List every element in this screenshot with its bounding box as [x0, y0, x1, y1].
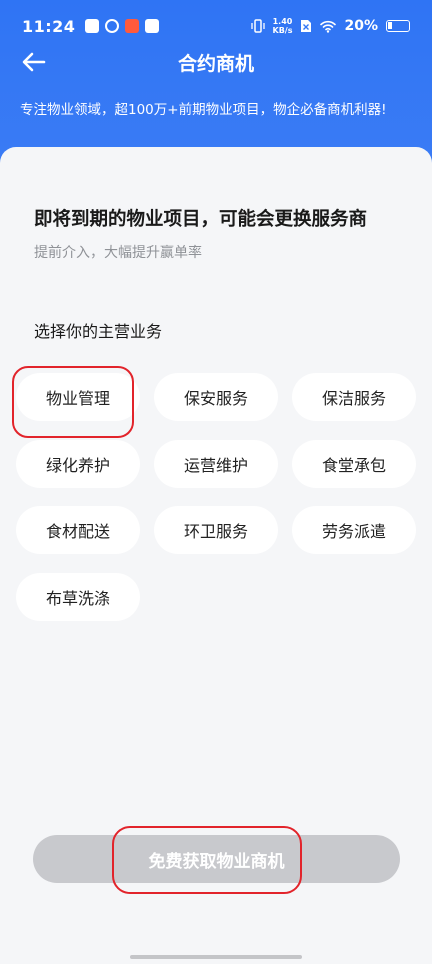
battery-percent: 20%	[344, 18, 378, 34]
net-speed: 1.40 KB/s	[273, 17, 293, 35]
battery-icon	[386, 20, 410, 32]
net-speed-unit: KB/s	[272, 26, 293, 35]
page-title: 合约商机	[177, 53, 254, 75]
headline: 即将到期的物业项目，可能会更换服务商	[34, 209, 368, 230]
business-option[interactable]: 食材配送	[16, 506, 140, 554]
app-ring-icon	[105, 19, 120, 33]
section-label: 选择你的主营业务	[34, 322, 163, 341]
business-option[interactable]: 环卫服务	[154, 506, 278, 554]
business-option[interactable]: 食堂承包	[292, 440, 416, 488]
business-option[interactable]: 劳务派遣	[292, 506, 416, 554]
net-speed-value: 1.40	[272, 17, 293, 26]
business-option[interactable]: 保洁服务	[292, 373, 416, 421]
nav-bar: 合约商机	[0, 40, 432, 84]
hint-text: 提前介入，大幅提升赢单率	[34, 245, 202, 261]
header-subtitle: 专注物业领域，超100万+前期物业项目，物企必备商机利器!	[20, 102, 387, 118]
calendar-icon	[85, 19, 100, 33]
no-sim-icon	[301, 20, 312, 32]
app-notification-icon	[125, 19, 140, 33]
wifi-icon	[320, 20, 337, 33]
home-indicator[interactable]	[130, 955, 302, 959]
business-option[interactable]: 布草洗涤	[16, 573, 140, 621]
get-opportunities-button[interactable]: 免费获取物业商机	[33, 835, 400, 883]
business-option[interactable]: 运营维护	[154, 440, 278, 488]
vibrate-icon	[250, 19, 265, 33]
business-option[interactable]: 绿化养护	[16, 440, 140, 488]
message-icon	[145, 19, 160, 33]
business-option[interactable]: 保安服务	[154, 373, 278, 421]
status-time: 11:24	[22, 16, 76, 36]
business-option[interactable]: 物业管理	[16, 373, 140, 421]
